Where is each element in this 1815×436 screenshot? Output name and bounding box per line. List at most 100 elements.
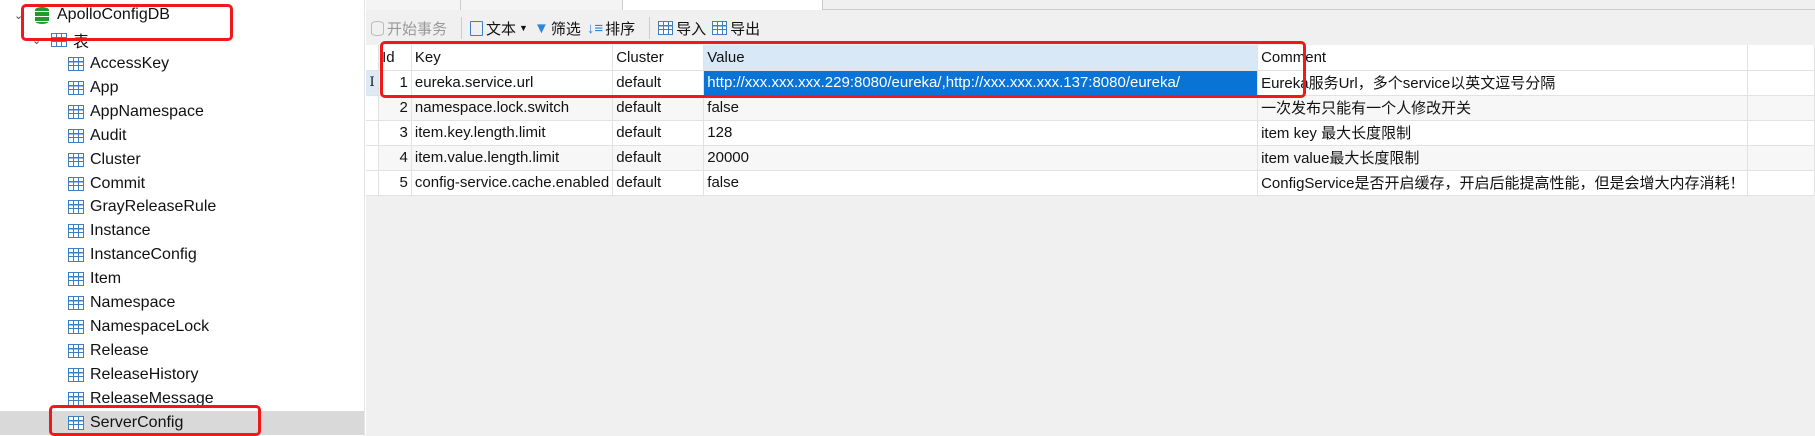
tree-item-table[interactable]: App bbox=[0, 76, 364, 100]
cell-cluster[interactable]: default bbox=[612, 95, 705, 121]
cell-empty bbox=[1747, 145, 1815, 171]
cell-cluster[interactable]: default bbox=[612, 70, 705, 96]
tree-item-table[interactable]: Item bbox=[0, 267, 364, 291]
table-name: ReleaseMessage bbox=[90, 389, 214, 407]
table-row[interactable]: 3 item.key.length.limit default 128 item key… bbox=[366, 120, 1815, 146]
tables-group-label: 表 bbox=[73, 34, 90, 51]
cell-key[interactable]: item.value.length.limit bbox=[411, 145, 614, 171]
tree-item-table[interactable]: InstanceConfig bbox=[0, 243, 364, 267]
tree-item-table[interactable]: GrayReleaseRule bbox=[0, 195, 364, 219]
tree-item-table[interactable]: NamespaceLock bbox=[0, 315, 364, 339]
tree-item-table[interactable]: Release bbox=[0, 339, 364, 363]
cell-key[interactable]: item.key.length.limit bbox=[411, 120, 614, 146]
table-row[interactable]: 4 item.value.length.limit default 20000 item… bbox=[366, 145, 1815, 171]
table-name: InstanceConfig bbox=[90, 246, 197, 264]
cell-value[interactable]: 20000 bbox=[703, 145, 1259, 171]
transaction-icon bbox=[371, 20, 384, 36]
cell-comment[interactable]: ConfigService是否开启缓存，开启后能提高性能，但是会增大内存消耗！ bbox=[1257, 170, 1749, 196]
cell-cluster[interactable]: default bbox=[612, 145, 705, 171]
row-indicator[interactable] bbox=[366, 95, 380, 121]
begin-transaction-button[interactable]: 开始事务 bbox=[371, 17, 447, 39]
tree-item-table[interactable]: AppNamespace bbox=[0, 100, 364, 124]
export-label: 导出 bbox=[730, 20, 761, 38]
tree-item-database[interactable]: ⌄ ApolloConfigDB bbox=[0, 3, 364, 27]
table-row[interactable]: 5 config-service.cache.enabled default fals… bbox=[366, 170, 1815, 196]
import-button[interactable]: 导入 bbox=[658, 17, 706, 39]
tab-active[interactable] bbox=[623, 0, 823, 10]
tree-item-table[interactable]: ReleaseHistory bbox=[0, 363, 364, 387]
cell-cluster[interactable]: default bbox=[612, 120, 705, 146]
table-icon bbox=[68, 200, 84, 215]
cell-id[interactable]: 1 bbox=[378, 70, 412, 96]
cell-key[interactable]: namespace.lock.switch bbox=[411, 95, 614, 121]
cell-id[interactable]: 2 bbox=[378, 95, 412, 121]
table-name: Item bbox=[90, 270, 122, 288]
sort-button[interactable]: ↓≡ 排序 bbox=[587, 17, 635, 39]
chevron-down-icon[interactable]: ⌄ bbox=[14, 9, 23, 22]
cell-cluster[interactable]: default bbox=[612, 170, 705, 196]
table-icon bbox=[68, 415, 84, 430]
export-icon bbox=[712, 21, 728, 35]
cell-value[interactable]: http://xxx.xxx.xxx.229:8080/eureka/,http… bbox=[703, 70, 1259, 96]
tree-item-table[interactable]: Instance bbox=[0, 219, 364, 243]
text-view-label: 文本 bbox=[486, 20, 517, 38]
tab-bar bbox=[366, 0, 1815, 10]
text-view-button[interactable]: 文本 ▼ bbox=[470, 17, 528, 39]
row-indicator-header bbox=[366, 45, 380, 71]
column-header-comment[interactable]: Comment bbox=[1257, 45, 1749, 71]
column-header-cluster[interactable]: Cluster bbox=[612, 45, 705, 71]
table-icon bbox=[68, 80, 84, 95]
table-name: NamespaceLock bbox=[90, 317, 210, 335]
tab[interactable] bbox=[461, 0, 623, 10]
tree-item-table[interactable]: Audit bbox=[0, 124, 364, 148]
tree-item-tables-group[interactable]: ⌄ 表 bbox=[0, 28, 364, 52]
cell-key[interactable]: eureka.service.url bbox=[411, 70, 614, 96]
filter-label: 筛选 bbox=[550, 20, 581, 38]
cell-id[interactable]: 5 bbox=[378, 170, 412, 196]
table-icon bbox=[68, 152, 84, 167]
column-header-value[interactable]: Value bbox=[703, 45, 1259, 71]
cell-value[interactable]: false bbox=[703, 170, 1259, 196]
filter-button[interactable]: ▼ 筛选 bbox=[534, 17, 581, 39]
tree-item-table[interactable]: Namespace bbox=[0, 291, 364, 315]
cell-comment[interactable]: item value最大长度限制 bbox=[1257, 145, 1749, 171]
table-name: Audit bbox=[90, 126, 127, 144]
table-row[interactable]: I 1 eureka.service.url default http://xxx.xx… bbox=[366, 70, 1815, 96]
cell-value[interactable]: false bbox=[703, 95, 1259, 121]
dropdown-arrow-icon[interactable]: ▼ bbox=[519, 23, 528, 33]
database-name: ApolloConfigDB bbox=[57, 6, 170, 23]
cell-comment[interactable]: 一次发布只能有一个人修改开关 bbox=[1257, 95, 1749, 121]
tree-item-table[interactable]: ServerConfig bbox=[0, 410, 364, 435]
row-indicator[interactable] bbox=[366, 120, 380, 146]
cell-id[interactable]: 4 bbox=[378, 145, 412, 171]
column-header-key[interactable]: Key bbox=[411, 45, 614, 71]
database-icon bbox=[35, 6, 49, 24]
table-icon bbox=[68, 224, 84, 239]
tree-item-table[interactable]: Cluster bbox=[0, 148, 364, 172]
tree-item-table[interactable]: AccessKey bbox=[0, 52, 364, 76]
table-icon bbox=[68, 176, 84, 191]
cell-value[interactable]: 128 bbox=[703, 120, 1259, 146]
column-header-id[interactable]: Id bbox=[378, 45, 412, 71]
table-icon bbox=[68, 391, 84, 406]
table-name: AppNamespace bbox=[90, 102, 204, 120]
import-icon bbox=[658, 21, 674, 35]
table-name: GrayReleaseRule bbox=[90, 198, 217, 216]
chevron-down-icon[interactable]: ⌄ bbox=[32, 34, 41, 47]
row-indicator[interactable]: I bbox=[366, 70, 380, 96]
cell-comment[interactable]: item key 最大长度限制 bbox=[1257, 120, 1749, 146]
export-button[interactable]: 导出 bbox=[712, 17, 760, 39]
row-indicator[interactable] bbox=[366, 170, 380, 196]
table-row[interactable]: 2 namespace.lock.switch default false 一次发布只能… bbox=[366, 95, 1815, 121]
cell-comment[interactable]: Eureka服务Url，多个service以英文逗号分隔 bbox=[1257, 70, 1749, 96]
cell-empty bbox=[1747, 95, 1815, 121]
tab[interactable] bbox=[366, 0, 461, 10]
cell-id[interactable]: 3 bbox=[378, 120, 412, 146]
row-indicator[interactable] bbox=[366, 145, 380, 171]
tree-item-table[interactable]: Commit bbox=[0, 172, 364, 196]
toolbar: 开始事务 文本 ▼ ▼ 筛选 ↓≡ 排序 导入 导出 bbox=[366, 12, 1815, 44]
table-name: ServerConfig bbox=[90, 413, 184, 431]
cell-key[interactable]: config-service.cache.enabled bbox=[411, 170, 614, 196]
tree-item-table[interactable]: ReleaseMessage bbox=[0, 387, 364, 411]
data-grid: Id Key Cluster Value Comment I 1 eureka.se… bbox=[366, 45, 1815, 196]
